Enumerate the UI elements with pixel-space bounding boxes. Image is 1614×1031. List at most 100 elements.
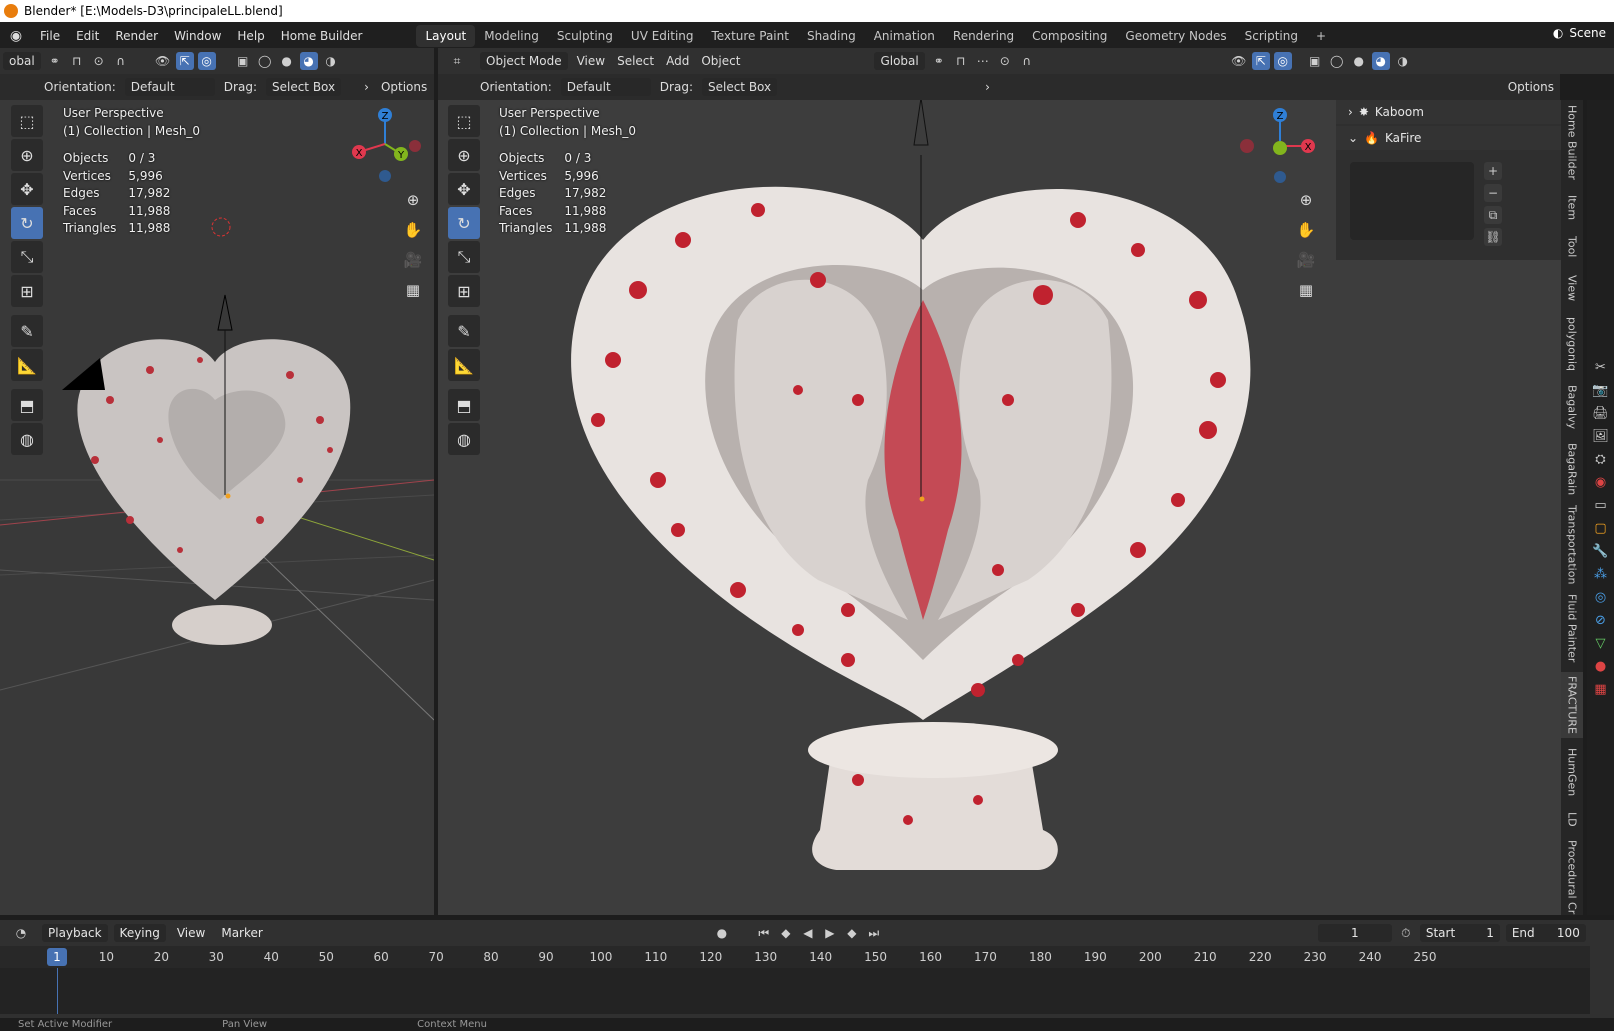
render-props-icon[interactable]: 📷 [1592,383,1608,398]
snap-type-icon[interactable]: ⋯ [974,52,992,70]
move-tool-icon[interactable]: ✥ [448,173,480,205]
cursor-tool-icon[interactable]: ⊕ [11,139,43,171]
timeline-editor-type-icon[interactable]: ◔ [12,924,30,942]
perspective-grid-icon[interactable]: ▦ [1294,278,1318,302]
world-props-icon[interactable]: ◉ [1595,475,1606,490]
jump-start-icon[interactable]: ⏮ [755,924,773,942]
tab-scripting[interactable]: Scripting [1236,25,1307,47]
left-nav-gizmo[interactable]: Z X Y [345,104,425,189]
transform-orientation-dropdown[interactable]: Global [874,52,925,70]
menu-help[interactable]: Help [229,29,272,43]
scale-tool-icon[interactable]: ⤡ [448,241,480,273]
right-drag-dropdown[interactable]: Select Box [701,78,778,96]
tab-tool[interactable]: Tool [1561,232,1583,262]
particles-icon[interactable]: ⁂ [1594,567,1607,582]
right-nav-gizmo[interactable]: Z X [1235,104,1325,189]
add-cube-tool-icon[interactable]: ⬒ [11,389,43,421]
tab-view[interactable]: View [1561,270,1583,306]
left-transform-dropdown[interactable]: obal [3,52,41,70]
tab-sculpting[interactable]: Sculpting [548,25,622,47]
add-workspace-button[interactable]: + [1307,25,1335,47]
camera-icon[interactable]: 🎥 [401,248,425,272]
rendered-mode-icon[interactable]: ◑ [1394,52,1412,70]
record-icon[interactable]: ● [713,924,731,942]
tab-transportation[interactable]: Transportation [1561,505,1583,584]
panel-kaboom[interactable]: › ✸ Kaboom [1336,100,1561,124]
view-layer-icon[interactable]: 🖼 [1592,429,1609,444]
copy-item-icon[interactable]: ⧉ [1484,206,1502,224]
play-reverse-icon[interactable]: ◀ [799,924,817,942]
right-3d-viewport[interactable]: User Perspective (1) Collection | Mesh_0… [438,100,1561,915]
proportional-icon[interactable]: ⊙ [90,52,108,70]
annotate-tool-icon[interactable]: ✎ [11,315,43,347]
scale-tool-icon[interactable]: ⤡ [11,241,43,273]
tab-ld[interactable]: LD [1561,806,1583,832]
left-expand-chevron-icon[interactable]: › [364,80,369,94]
tool-props-icon[interactable]: ✂ [1595,360,1606,375]
next-keyframe-icon[interactable]: ◆ [843,924,861,942]
menu-home-builder[interactable]: Home Builder [273,29,371,43]
modifier-props-icon[interactable]: 🔧 [1592,544,1608,559]
wireframe-mode-icon[interactable]: ◯ [1328,52,1346,70]
move-tool-icon[interactable]: ✥ [11,173,43,205]
timeline-ruler[interactable]: 1 10 20 30 40 50 60 70 80 90 100 110 120 130 140 150 160… [0,946,1590,968]
add-item-icon[interactable]: + [1484,162,1502,180]
snap-toggle-icon[interactable]: ⊓ [952,52,970,70]
proportional-edit-icon[interactable]: ⊙ [996,52,1014,70]
tab-geometry-nodes[interactable]: Geometry Nodes [1116,25,1235,47]
annotate-tool-icon[interactable]: ✎ [448,315,480,347]
material-props-icon[interactable]: ● [1595,659,1606,674]
output-props-icon[interactable]: 🖨 [1592,406,1609,421]
timeline-view-menu[interactable]: View [177,926,205,940]
add-cube-tool-icon[interactable]: ⬒ [448,389,480,421]
select-box-tool-icon[interactable]: ⬚ [11,105,43,137]
cursor-tool-icon[interactable]: ⊕ [448,139,480,171]
menu-edit[interactable]: Edit [68,29,107,43]
prev-keyframe-icon[interactable]: ◆ [777,924,795,942]
toggle-xray-icon[interactable]: ▣ [1306,52,1324,70]
select-box-tool-icon[interactable]: ⬚ [448,105,480,137]
tab-texture-paint[interactable]: Texture Paint [703,25,798,47]
extra-tool-icon[interactable]: ◍ [448,423,480,455]
tab-home-builder[interactable]: Home Builder [1561,105,1583,180]
constraints-icon[interactable]: ⊘ [1595,613,1606,628]
menu-window[interactable]: Window [166,29,229,43]
falloff-icon[interactable]: ∩ [112,52,130,70]
rotate-tool-icon[interactable]: ↻ [448,207,480,239]
left-options-button[interactable]: Options [381,80,427,94]
snap-icon[interactable]: ⊓ [68,52,86,70]
timeline-tracks[interactable] [0,968,1590,1014]
menu-add[interactable]: Add [666,54,689,68]
left-orientation-dropdown[interactable]: Default [124,78,215,96]
overlay-toggle-icon[interactable]: ◎ [197,52,216,70]
current-frame-field[interactable]: 1 [1317,924,1392,942]
camera-view-icon[interactable]: 🎥 [1294,248,1318,272]
editor-type-icon[interactable]: ⌗ [448,52,466,70]
right-orientation-dropdown[interactable]: Default [560,78,651,96]
tab-procedural[interactable]: Procedural Cr [1561,840,1583,915]
pan-view-hand-icon[interactable]: ✋ [1294,218,1318,242]
material-preview-icon[interactable]: ◕ [1371,52,1390,70]
solid-shading-icon[interactable]: ● [278,52,296,70]
menu-object[interactable]: Object [701,54,740,68]
menu-file[interactable]: File [32,29,68,43]
visibility-icon[interactable]: 👁 [154,52,172,70]
physics-icon[interactable]: ◎ [1595,590,1606,605]
gizmo-toggle-icon[interactable]: ⇱ [175,52,194,70]
timeline-keying-menu[interactable]: Keying [113,924,166,942]
tab-compositing[interactable]: Compositing [1023,25,1116,47]
data-props-icon[interactable]: ▽ [1596,636,1606,651]
blender-menu-icon[interactable]: ◉ [0,28,32,44]
extra-tool-icon[interactable]: ◍ [11,423,43,455]
transform-tool-icon[interactable]: ⊞ [11,275,43,307]
falloff-curve-icon[interactable]: ∩ [1018,52,1036,70]
left-3d-viewport[interactable]: User Perspective (1) Collection | Mesh_0… [0,100,434,915]
kafire-list[interactable] [1350,162,1474,240]
link-item-icon[interactable]: ⛓ [1484,228,1502,246]
material-shading-icon[interactable]: ◕ [299,52,318,70]
right-expand-chevron-icon[interactable]: › [985,80,990,94]
remove-item-icon[interactable]: − [1484,184,1502,202]
solid-mode-icon[interactable]: ● [1350,52,1368,70]
xray-icon[interactable]: ▣ [234,52,252,70]
right-options-button[interactable]: Options [1508,80,1554,94]
